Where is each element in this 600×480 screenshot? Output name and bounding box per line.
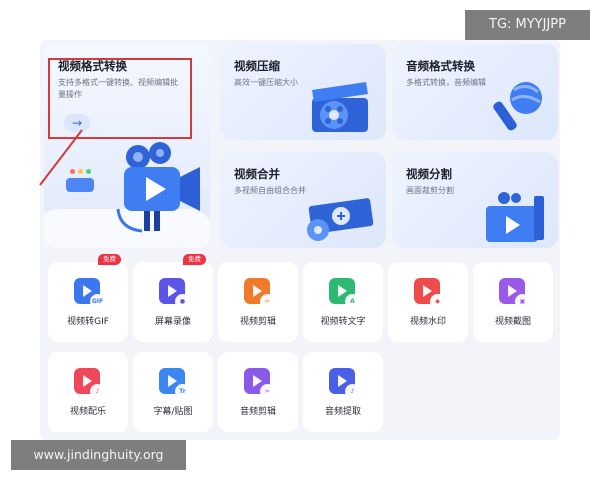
- annotation-line: [39, 129, 83, 186]
- watermark-url: www.jindinghuity.org: [11, 440, 186, 470]
- watermark-tg: TG: MYYJJPP: [465, 10, 590, 40]
